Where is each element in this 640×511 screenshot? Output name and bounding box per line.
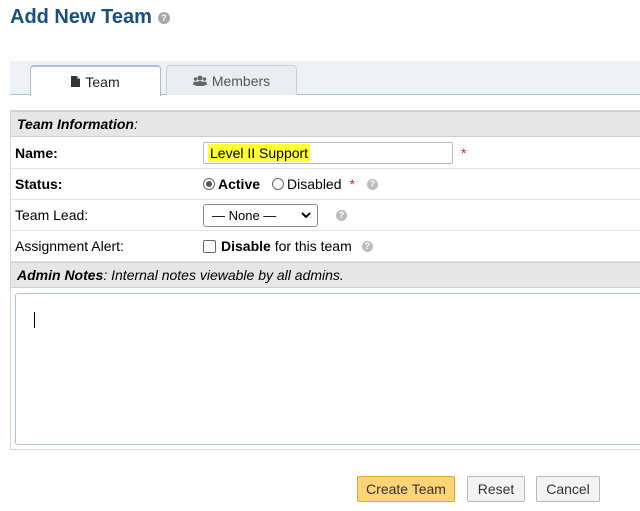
team-lead-row: Team Lead: — None — ? [11,200,640,231]
tab-bar: Team Members [10,61,640,96]
status-active-radio[interactable] [203,178,215,190]
admin-notes-title: Admin Notes [17,267,104,283]
status-help-icon[interactable]: ? [366,178,378,190]
status-disabled-label[interactable]: Disabled [287,176,341,192]
reset-button[interactable]: Reset [467,476,525,502]
name-row: Name: Level II Support * [11,138,640,169]
text-caret [34,312,35,328]
team-lead-select[interactable]: — None — [203,203,318,227]
tab-team[interactable]: Team [30,65,161,96]
cancel-button[interactable]: Cancel [536,476,600,502]
page-title-text: Add New Team [10,6,152,28]
assignment-alert-help-icon[interactable]: ? [361,240,373,252]
status-required-mark: * [349,176,355,192]
status-label: Status: [15,176,63,192]
admin-notes-textarea[interactable] [15,293,640,445]
team-information-title: Team Information [17,116,134,132]
assignment-alert-row: Assignment Alert: Disable for this team … [11,231,640,262]
assignment-alert-disable-text[interactable]: Disable [221,238,271,254]
assignment-alert-label: Assignment Alert: [15,238,124,254]
status-row: Status: Active Disabled * ? [11,169,640,200]
tab-members-label: Members [211,72,271,89]
page-title: Add New Team ? [10,6,170,29]
name-required-mark: * [461,145,467,161]
team-information-header: Team Information: [11,111,640,137]
team-lead-selected: — None — [212,207,277,223]
admin-notes-header: Admin Notes: Internal notes viewable by … [11,262,640,288]
name-input[interactable]: Level II Support [203,142,453,164]
assignment-alert-checkbox[interactable] [203,239,216,253]
team-form: Team Information: Name: Level II Support… [10,110,640,450]
name-label: Name: [15,145,58,161]
users-icon [192,75,207,86]
file-icon [71,76,81,87]
chevron-down-icon [301,211,311,218]
assignment-alert-suffix-text[interactable]: for this team [271,238,352,254]
status-active-label[interactable]: Active [218,176,260,192]
team-lead-label: Team Lead: [15,207,89,223]
form-buttons: Create Team Reset Cancel [0,476,640,502]
admin-notes-description: : Internal notes viewable by all admins. [103,267,344,283]
team-lead-help-icon[interactable]: ? [336,209,347,221]
tab-members[interactable]: Members [166,65,297,95]
question-circle-icon[interactable]: ? [157,11,170,24]
status-disabled-radio[interactable] [272,178,285,190]
team-information-suffix: : [133,116,138,132]
create-team-button[interactable]: Create Team [357,476,455,502]
name-value: Level II Support [208,144,311,162]
tab-team-label: Team [85,73,120,90]
